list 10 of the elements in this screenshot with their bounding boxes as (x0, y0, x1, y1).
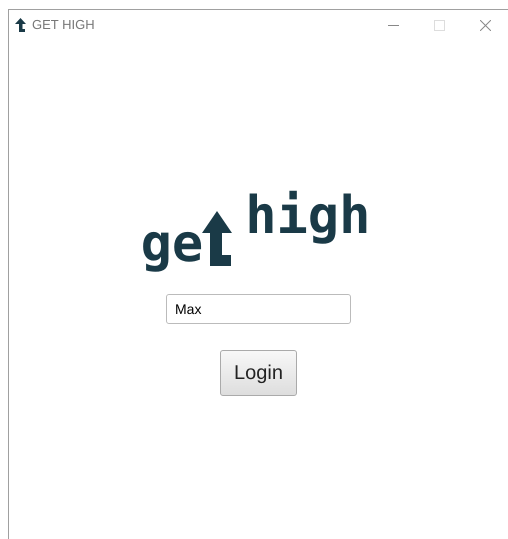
app-icon (15, 18, 26, 32)
maximize-icon (434, 20, 444, 30)
logo-text: ge (140, 218, 204, 270)
window-title: GET HIGH (32, 16, 95, 34)
name-field[interactable]: Max (166, 294, 351, 324)
minimize-icon (388, 24, 398, 26)
close-icon (480, 20, 490, 30)
logo-text: high (245, 190, 370, 242)
arrow-icon (201, 211, 234, 266)
login-button[interactable]: Login (220, 350, 297, 396)
